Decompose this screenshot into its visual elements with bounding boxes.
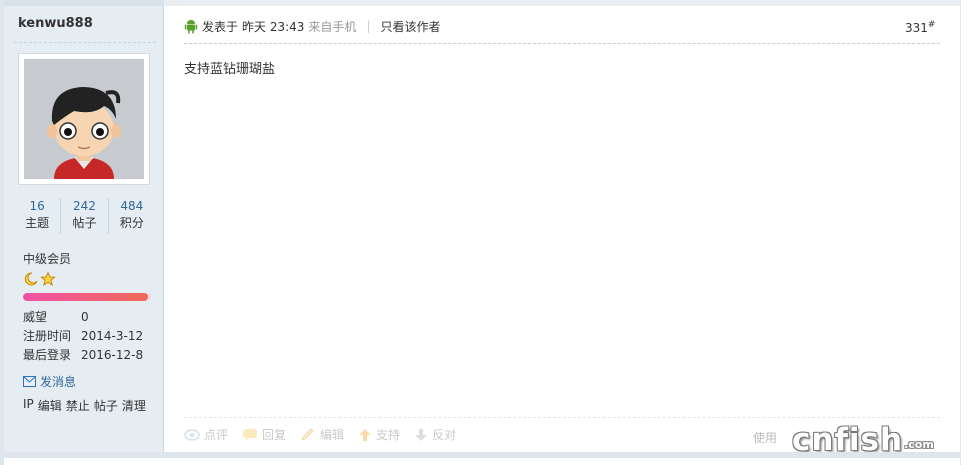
envelope-icon (23, 376, 36, 387)
stat-label: 主题 (25, 216, 50, 230)
sidebar-top-strip (4, 0, 164, 6)
reply-icon (243, 428, 258, 441)
post-source: 来自手机 (308, 19, 357, 34)
post-content: 支持蓝钻珊瑚盐 (184, 62, 276, 77)
comment-label: 点评 (204, 428, 229, 442)
info-row-registered: 注册时间 2014-3-12 (23, 327, 143, 346)
info-key: 威望 (23, 310, 48, 324)
info-row-last-login: 最后登录 2016-12-8 (23, 346, 143, 365)
info-value: 2016-12-8 (81, 348, 144, 362)
avatar (24, 59, 144, 179)
stat-label: 积分 (119, 216, 144, 230)
info-key: 注册时间 (23, 329, 72, 343)
divider (14, 42, 156, 43)
author-sidebar: kenwu888 16 主题 242 帖子 484 积分 中级会员 威望 0 注… (4, 0, 164, 452)
avatar-frame[interactable] (18, 53, 150, 185)
comment-icon (184, 428, 200, 441)
stat-credits[interactable]: 484 积分 (107, 198, 155, 234)
stat-value: 242 (73, 199, 96, 213)
comment-button[interactable]: 点评 (184, 426, 228, 443)
admin-links: IP 编辑 禁止 帖子 清理 (23, 397, 146, 414)
frame-right-edge (960, 0, 969, 465)
down-arrow-icon (415, 428, 428, 441)
reply-button[interactable]: 回复 (242, 426, 286, 443)
star-icon (40, 271, 56, 287)
edit-label: 编辑 (320, 428, 345, 442)
author-only-link[interactable]: 只看该作者 (380, 18, 440, 35)
post-time: 昨天 23:43 (242, 19, 305, 34)
floor-mark: # (927, 20, 936, 30)
author-stats: 16 主题 242 帖子 484 积分 (14, 198, 155, 234)
stat-value: 16 (29, 199, 45, 213)
stat-value: 484 (120, 199, 144, 213)
oppose-button[interactable]: 反对 (414, 426, 456, 443)
support-button[interactable]: 支持 (358, 426, 400, 443)
info-key: 最后登录 (23, 348, 72, 362)
divider (184, 417, 940, 418)
floor-value: 331 (905, 21, 928, 35)
admin-link-ban[interactable]: 禁止 (66, 397, 90, 414)
post-header: 发表于 昨天 23:43 来自手机 | 只看该作者 (184, 16, 441, 36)
watermark-suffix: .com (904, 438, 934, 451)
floor-number[interactable]: 331# (905, 20, 935, 35)
post-top-strip (164, 0, 969, 6)
info-value: 2014-3-12 (81, 329, 144, 343)
separator: | (366, 19, 371, 33)
level-progress-bar (23, 293, 151, 301)
avatar-cartoon-image (24, 59, 144, 179)
moon-icon (24, 272, 38, 286)
posted-prefix: 发表于 (202, 19, 239, 34)
stat-threads[interactable]: 16 主题 (14, 198, 60, 234)
edit-icon (301, 427, 314, 441)
admin-link-clean[interactable]: 清理 (122, 397, 146, 414)
stat-posts[interactable]: 242 帖子 (60, 198, 107, 234)
send-message-link[interactable]: 发消息 (23, 373, 76, 390)
user-group: 中级会员 (23, 252, 72, 266)
author-username[interactable]: kenwu888 (18, 16, 93, 31)
stat-label: 帖子 (72, 216, 97, 230)
info-value: 0 (81, 310, 89, 324)
author-info: 威望 0 注册时间 2014-3-12 最后登录 2016-12-8 (23, 308, 143, 365)
edit-button[interactable]: 编辑 (300, 426, 344, 443)
android-icon (184, 20, 198, 34)
admin-link-edit[interactable]: 编辑 (38, 397, 62, 414)
reply-label: 回复 (262, 428, 287, 442)
info-row-prestige: 威望 0 (23, 308, 143, 327)
post-actions: 点评 回复 编辑 支持 反对 (184, 426, 456, 443)
admin-link-posts[interactable]: 帖子 (94, 397, 118, 414)
oppose-label: 反对 (432, 428, 457, 442)
divider (184, 43, 940, 44)
send-message-label: 发消息 (40, 375, 77, 389)
post-bottom-strip (4, 452, 969, 458)
level-icons (23, 270, 56, 288)
up-arrow-icon (359, 428, 372, 441)
support-label: 支持 (376, 428, 401, 442)
use-text: 使用 (753, 431, 778, 445)
level-progress-fill (23, 293, 149, 301)
admin-link-ip[interactable]: IP (23, 397, 34, 414)
